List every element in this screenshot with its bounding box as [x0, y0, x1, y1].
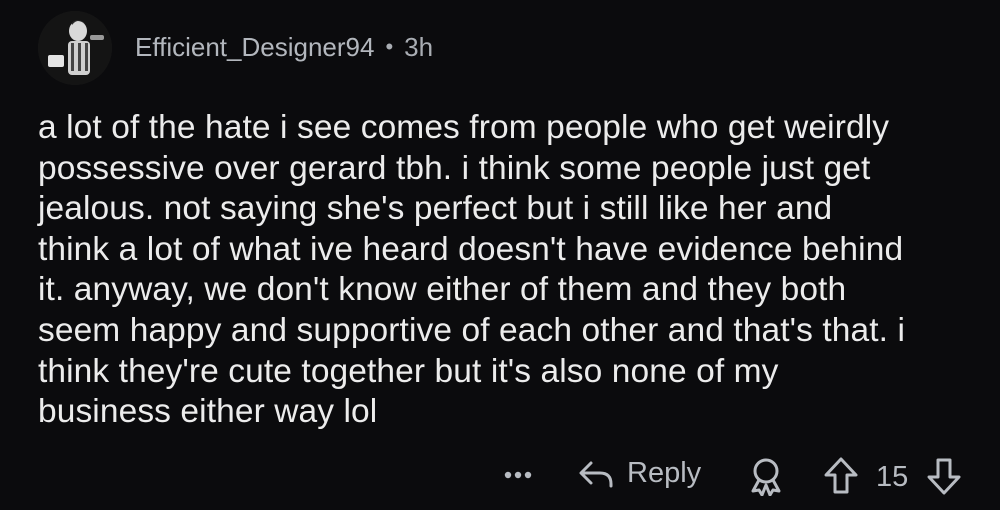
upvote-button[interactable]: [822, 456, 860, 496]
more-horizontal-icon: [504, 471, 532, 479]
reply-arrow-icon: [579, 461, 613, 488]
comment-card: Efficient_Designer94 • 3h a lot of the h…: [0, 0, 1000, 510]
reply-label: Reply: [627, 456, 702, 489]
meta-separator: •: [385, 34, 394, 59]
downvote-arrow-icon: [927, 458, 961, 495]
username-link[interactable]: Efficient_Designer94: [135, 32, 374, 63]
comment-line: think a lot of what ive heard doesn't ha…: [38, 230, 904, 268]
upvote-arrow-icon: [824, 457, 858, 494]
avatar-image: [38, 11, 112, 85]
comment-line: a lot of the hate i see comes from peopl…: [38, 109, 890, 146]
comment-line: it. anyway, we don't know either of them…: [38, 271, 847, 309]
timestamp: 3h: [404, 31, 434, 62]
more-options-button[interactable]: [502, 460, 534, 490]
comment-header: Efficient_Designer94 • 3h: [38, 10, 433, 86]
award-button[interactable]: [748, 456, 784, 496]
downvote-button[interactable]: [925, 456, 963, 496]
comment-line: jealous. not saying she's perfect but i …: [38, 190, 833, 228]
comment-line: business either way lol: [38, 393, 378, 431]
comment-actions: Reply 15: [0, 448, 1000, 504]
comment-line: think they're cute together but it's als…: [38, 352, 779, 390]
comment-line: seem happy and supportive of each other …: [38, 311, 906, 349]
award-icon: [751, 458, 781, 496]
avatar[interactable]: [38, 11, 112, 85]
comment-body: a lot of the hate i see comes from peopl…: [38, 108, 983, 433]
comment-meta: Efficient_Designer94 • 3h: [135, 32, 433, 63]
comment-line: possessive over gerard tbh. i think some…: [38, 149, 871, 187]
vote-count: 15: [876, 461, 909, 493]
reply-button[interactable]: Reply: [578, 456, 701, 490]
